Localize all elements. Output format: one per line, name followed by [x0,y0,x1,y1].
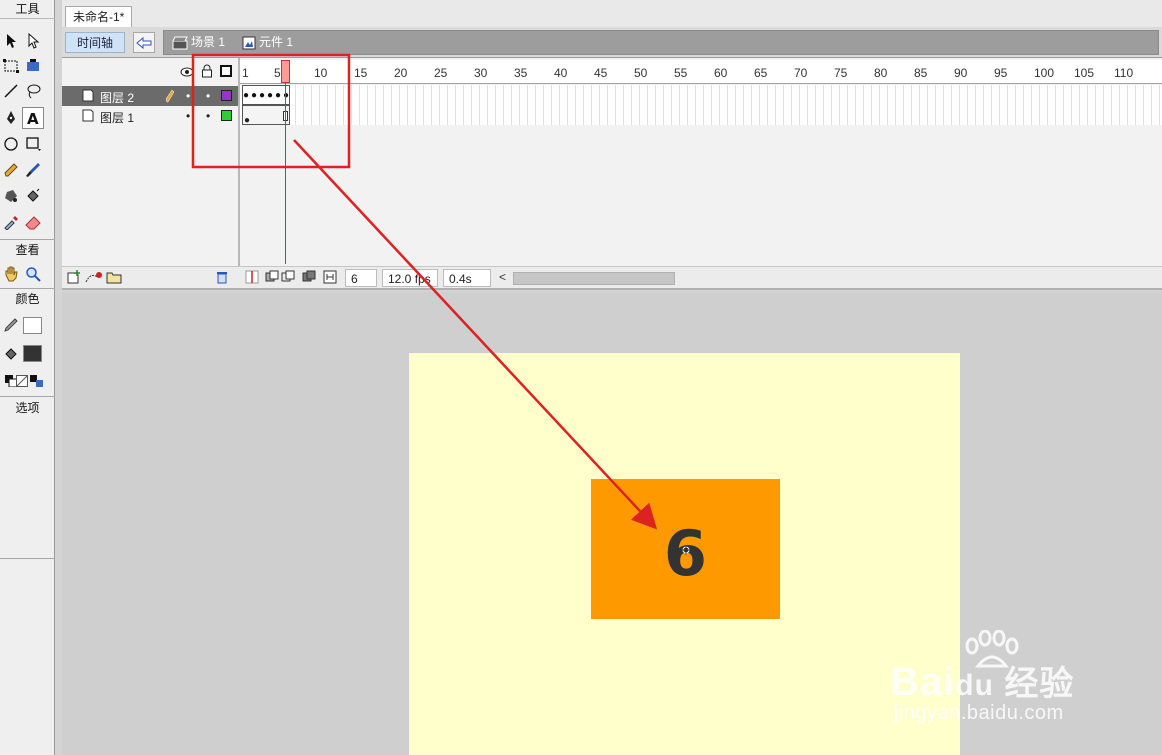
highlight-box [191,53,351,169]
annotation-arrow [293,139,658,530]
annotation-overlay [191,53,658,530]
